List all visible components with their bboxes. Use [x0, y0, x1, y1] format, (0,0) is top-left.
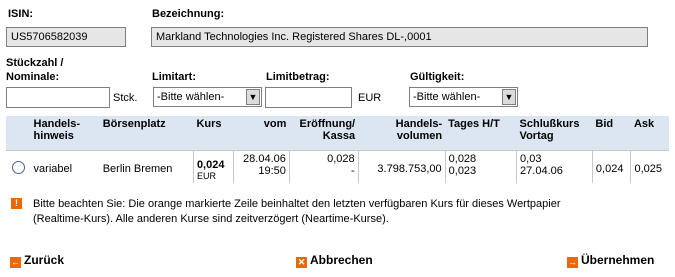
quotes-table: Handels- hinweis Börsenplatz Kurs vom Er…: [6, 116, 669, 183]
header-eroeffnung: Eröffnung/ Kassa: [289, 116, 359, 150]
limitbetrag-label: Limitbetrag:: [266, 71, 330, 83]
bezeichnung-label: Bezeichnung:: [152, 8, 225, 20]
gueltigkeit-select[interactable]: -Bitte wählen- ▼: [409, 87, 518, 107]
cancel-label: Abbrechen: [310, 253, 373, 267]
header-volumen: Handels- volumen: [358, 116, 446, 150]
back-button[interactable]: ← Zurück: [10, 253, 64, 268]
cell-kurs: 0,024 EUR: [192, 149, 234, 183]
limitart-selected: -Bitte wählen-: [157, 91, 225, 103]
header-ask: Ask: [630, 116, 669, 150]
accept-label: Übernehmen: [581, 253, 655, 267]
select-cell[interactable]: [6, 149, 31, 183]
header-text: volumen: [396, 130, 443, 142]
cell-volumen: 3.798.753,00: [357, 149, 446, 183]
notice-line2: (Realtime-Kurs). Alle anderen Kurse sind…: [33, 213, 389, 225]
header-text: Handels-: [33, 118, 81, 130]
bezeichnung-field: Markland Technologies Inc. Registered Sh…: [151, 27, 648, 47]
header-text: hinweis: [33, 130, 74, 142]
header-boersenplatz: Börsenplatz: [99, 116, 194, 150]
header-text: Eröffnung/: [299, 118, 356, 130]
stueckzahl-label: Stückzahl / Nominale:: [6, 56, 63, 84]
schluss-value: 0,03: [520, 152, 542, 165]
header-text: Kassa: [322, 130, 356, 142]
chevron-down-icon[interactable]: ▼: [502, 89, 516, 105]
chevron-down-icon[interactable]: ▼: [246, 89, 260, 105]
limitbetrag-input[interactable]: [265, 87, 352, 108]
gueltigkeit-label: Gültigkeit:: [410, 71, 465, 83]
tages-tief: 0,023: [448, 164, 477, 177]
cell-eroeffnung: 0,028 -: [288, 149, 359, 183]
arrow-left-icon: ←: [10, 257, 21, 268]
back-label: Zurück: [24, 253, 65, 267]
cell-ask: 0,025: [630, 149, 669, 183]
cell-vom: 28.04.06 19:50: [233, 149, 290, 183]
isin-label: ISIN:: [8, 8, 34, 20]
stueckzahl-input[interactable]: [6, 87, 110, 108]
vom-date: 28.04.06: [243, 152, 286, 165]
limitart-select[interactable]: -Bitte wählen- ▼: [153, 87, 262, 107]
header-tages: Tages H/T: [445, 116, 517, 150]
info-icon: !: [11, 198, 22, 209]
eroeffnung-value: 0,028: [327, 152, 355, 165]
header-vom: vom: [233, 116, 290, 150]
header-text: Schlußkurs: [519, 118, 580, 130]
limitart-label: Limitart:: [152, 71, 196, 83]
cell-hinweis: variabel: [30, 149, 100, 183]
stueckzahl-label-line2: Nominale:: [6, 71, 60, 83]
isin-field: US5706582039: [6, 27, 126, 47]
header-schluss: Schlußkurs Vortag: [516, 116, 593, 150]
stueckzahl-label-line1: Stückzahl /: [6, 57, 64, 69]
schluss-date: 27.04.06: [520, 164, 563, 177]
header-text: Handels-: [395, 118, 443, 130]
arrow-right-icon: →: [567, 257, 578, 268]
table-header-row: Handels- hinweis Börsenplatz Kurs vom Er…: [6, 116, 669, 150]
header-select: [6, 116, 31, 150]
stueckzahl-unit: Stck.: [113, 92, 138, 104]
close-icon: ✕: [296, 257, 307, 268]
header-text: Vortag: [519, 130, 554, 142]
vom-time: 19:50: [258, 164, 286, 177]
header-handelshinweis: Handels- hinweis: [30, 116, 100, 150]
row-radio-button[interactable]: [11, 160, 25, 174]
tages-hoch: 0,028: [448, 152, 477, 165]
kurs-value: 0,024: [196, 158, 225, 171]
table-row[interactable]: variabel Berlin Bremen 0,024 EUR 28.04.0…: [6, 149, 669, 183]
cell-schluss: 0,03 27.04.06: [516, 149, 593, 183]
kassa-value: -: [350, 164, 355, 177]
header-bid: Bid: [592, 116, 631, 150]
cell-boersenplatz: Berlin Bremen: [99, 149, 194, 183]
gueltigkeit-selected: -Bitte wählen-: [413, 91, 481, 103]
header-kurs: Kurs: [193, 116, 234, 150]
cancel-button[interactable]: ✕ Abbrechen: [296, 253, 373, 268]
accept-button[interactable]: → Übernehmen: [567, 253, 654, 268]
notice-line1: Bitte beachten Sie: Die orange markierte…: [33, 198, 561, 210]
limitbetrag-unit: EUR: [358, 92, 382, 104]
kurs-currency: EUR: [196, 170, 216, 181]
notice-text: Bitte beachten Sie: Die orange markierte…: [33, 197, 560, 227]
cell-tages: 0,028 0,023: [444, 149, 517, 183]
cell-bid: 0,024: [591, 149, 631, 183]
